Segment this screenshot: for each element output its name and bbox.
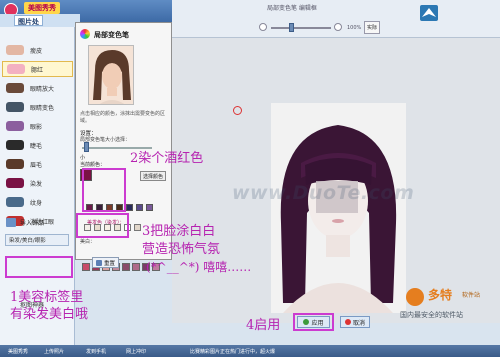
reset-icon: [95, 259, 102, 266]
dye-color-swatch[interactable]: [146, 204, 153, 211]
status-item-print[interactable]: 网上冲印: [126, 348, 146, 355]
editor-title: 局部变色笔 编辑框: [267, 5, 317, 12]
color-block-swatch[interactable]: [82, 263, 90, 271]
tool-title: 局部变色笔: [94, 31, 129, 39]
sidebar-item-label: 纹身: [30, 199, 43, 207]
sidebar-item-label: 腮红: [31, 66, 44, 74]
whiten-color-swatch[interactable]: [134, 224, 141, 231]
tool-preview-image: [88, 45, 134, 105]
beauty-tag-button[interactable]: 染发/美白/眼影: [5, 234, 69, 246]
annotation-3-line2: 营造恐怖气氛: [142, 242, 221, 257]
zoom-out-button[interactable]: [259, 23, 267, 31]
status-item-app[interactable]: 美图秀秀: [8, 348, 28, 355]
sidebar-item-hair-dye[interactable]: 染发: [2, 175, 73, 191]
sidebar-item-eye-color[interactable]: 眼睛变色: [2, 99, 73, 115]
site-logo: 多特 软件站 国内最安全的软件站: [400, 282, 500, 322]
sidebar-item-lashes[interactable]: 睫毛: [2, 137, 73, 153]
annotation-1-line2: 有染发美白哦: [10, 307, 89, 322]
sidebar-item-label: 染发: [30, 180, 43, 188]
brush-cursor: [233, 106, 242, 115]
app-logo-icon: [420, 5, 438, 21]
choose-color-button[interactable]: 选择颜色: [140, 171, 166, 181]
annotation-2: 2染个酒红色: [130, 151, 204, 166]
import-accessory-button[interactable]: 导入饰品: [6, 216, 71, 229]
sidebar-item-skin[interactable]: 瘦皮: [2, 42, 73, 58]
brand-slogan: 国内最安全的软件站: [400, 311, 463, 319]
sidebar-item-eye-enlarge[interactable]: 眼睛放大: [2, 80, 73, 96]
folder-icon: [6, 218, 16, 227]
brand-name: 多特: [428, 288, 453, 302]
reset-button[interactable]: 重置: [92, 257, 119, 268]
whiten-section-label: 美白：: [80, 239, 96, 245]
current-color-label: 当前颜色：: [80, 162, 106, 168]
sidebar-item-blush[interactable]: 腮红: [2, 61, 73, 77]
tool-description: 点击相应的颜色，涂抹出需要变色的区域。: [80, 111, 166, 124]
tab-image-processing[interactable]: 图片处: [14, 15, 43, 26]
annotation-box-apply: [293, 313, 334, 331]
close-icon: [344, 319, 351, 325]
dye-color-swatch[interactable]: [136, 204, 143, 211]
zoom-percent: 100%: [347, 25, 362, 31]
real-size-button[interactable]: 实际: [364, 21, 380, 34]
status-item-phone[interactable]: 发到手机: [86, 348, 106, 355]
brush-size-handle[interactable]: [83, 142, 89, 152]
import-label: 导入饰品: [20, 220, 45, 227]
sidebar-item-label: 眼影: [30, 123, 43, 131]
editor-header: 局部变色笔 编辑框 100% 实际: [172, 0, 500, 38]
hair-dye-thumb-icon: [6, 178, 24, 188]
annotation-3-line1: 3把脸涂白白: [142, 224, 216, 239]
status-news[interactable]: 比赛精彩图片正在热门进行中，超火爆: [190, 348, 275, 355]
eyebrow-thumb-icon: [6, 159, 24, 169]
tattoo-thumb-icon: [6, 197, 24, 207]
status-item-upload[interactable]: 上传照片: [44, 348, 64, 355]
brand-icon: [406, 288, 424, 306]
lashes-thumb-icon: [6, 140, 24, 150]
sidebar-item-tattoo[interactable]: 纹身: [2, 194, 73, 210]
color-block-swatch[interactable]: [132, 263, 140, 271]
sidebar-item-eyebrow[interactable]: 眉毛: [2, 156, 73, 172]
status-bar: 美图秀秀 上传照片 发到手机 网上冲印 比赛精彩图片正在热门进行中，超火爆: [0, 345, 500, 357]
watermark-text: www.DuoTe.com: [232, 182, 415, 204]
sidebar-item-label: 睫毛: [30, 142, 43, 150]
skin-thumb-icon: [6, 45, 24, 55]
annotation-box-whiten: [76, 213, 129, 238]
brand-sub: 软件站: [462, 292, 481, 299]
sidebar-item-label: 瘦皮: [30, 47, 43, 55]
photo-preview[interactable]: [271, 103, 406, 313]
zoom-slider[interactable]: [271, 27, 331, 29]
sidebar-item-label: 眼睛放大: [30, 85, 55, 93]
annotation-3-line3: (*^__^*) 嘻嘻……: [146, 260, 252, 274]
annotation-4: 4启用: [246, 318, 281, 333]
brush-min-label: 小: [80, 155, 86, 161]
cancel-button[interactable]: 取消: [340, 316, 370, 328]
color-wheel-icon: [80, 29, 90, 39]
zoom-handle[interactable]: [288, 23, 294, 32]
blush-thumb-icon: [7, 64, 25, 74]
sidebar-item-label: 眼睛变色: [30, 104, 55, 112]
eye-color-thumb-icon: [6, 102, 24, 112]
eyeshadow-thumb-icon: [6, 121, 24, 131]
eye-thumb-icon: [6, 83, 24, 93]
dye-color-swatch[interactable]: [126, 204, 133, 211]
reset-label: 重置: [103, 260, 115, 267]
app-title: 美图秀秀: [24, 2, 60, 14]
annotation-box-dye: [82, 168, 126, 212]
color-block-swatch[interactable]: [122, 263, 130, 271]
annotation-box-tag: [5, 256, 73, 278]
sidebar-item-eyeshadow[interactable]: 眼影: [2, 118, 73, 134]
zoom-in-button[interactable]: [334, 23, 342, 31]
cancel-label: 取消: [352, 319, 365, 327]
sidebar-item-label: 眉毛: [30, 161, 43, 169]
